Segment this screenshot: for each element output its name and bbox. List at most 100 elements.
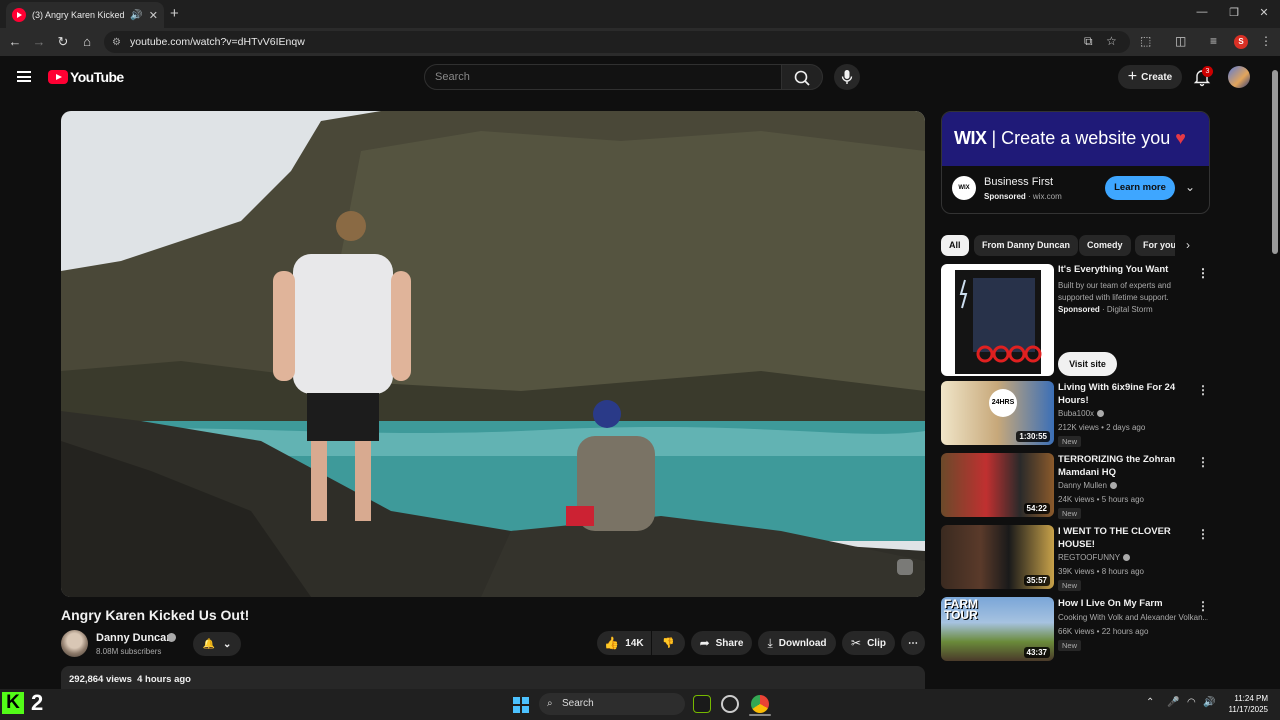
- app-icon[interactable]: [721, 695, 739, 713]
- media-controls-icon[interactable]: ≡: [1210, 34, 1217, 48]
- forward-icon[interactable]: →: [31, 34, 47, 50]
- search-input[interactable]: Search: [424, 64, 782, 90]
- video-title[interactable]: How I Live On My Farm: [1058, 597, 1198, 610]
- more-vertical-icon[interactable]: ⋮: [1197, 266, 1209, 280]
- subscription-bell-button[interactable]: 🔔 ⌄: [193, 632, 241, 656]
- search-button[interactable]: [781, 64, 823, 90]
- browser-tab-bar: (3) Angry Karen Kicked Us ( 🔊 ✕ + — ❐ ✕: [0, 0, 1280, 28]
- dislike-button[interactable]: 👎: [652, 631, 685, 655]
- more-vertical-icon[interactable]: ⋮: [1197, 527, 1209, 541]
- share-icon: ➦: [699, 636, 710, 650]
- video-frame: [61, 111, 925, 597]
- ad-banner-text: | Create a website you: [986, 128, 1176, 148]
- chevron-down-icon[interactable]: ⌄: [1185, 180, 1195, 194]
- verified-icon: [1123, 554, 1131, 561]
- sponsored-thumbnail[interactable]: [941, 264, 1054, 376]
- video-thumbnail[interactable]: 35:57: [941, 525, 1054, 589]
- sponsored-title[interactable]: It's Everything You Want: [1058, 264, 1188, 275]
- bookmark-star-icon[interactable]: ☆: [1106, 34, 1117, 48]
- profile-avatar[interactable]: S: [1234, 35, 1248, 49]
- youtube-favicon-icon: [12, 8, 26, 22]
- scrollbar-thumb[interactable]: [1272, 70, 1278, 254]
- thumbnail-text: FARM TOUR: [944, 597, 978, 622]
- sponsored-ad-card[interactable]: WIX | Create a website you ♥ WIX Busines…: [941, 111, 1210, 214]
- sponsored-recommendation[interactable]: It's Everything You Want Built by our te…: [941, 264, 1211, 376]
- kick-logo[interactable]: K: [2, 692, 24, 714]
- ad-banner[interactable]: WIX | Create a website you ♥: [942, 112, 1209, 166]
- minimize-icon[interactable]: —: [1192, 6, 1212, 18]
- clock-time: 11:24 PM: [1234, 694, 1268, 703]
- video-title[interactable]: Living With 6ix9ine For 24 Hours!: [1058, 381, 1198, 407]
- clip-button[interactable]: ✂ Clip: [842, 631, 895, 655]
- new-tab-button[interactable]: +: [170, 5, 179, 22]
- channel-name[interactable]: Danny Duncan: [96, 632, 173, 644]
- subscriber-count: 8.08M subscribers: [96, 647, 162, 656]
- cast-icon[interactable]: ⧉: [1084, 34, 1093, 49]
- home-icon[interactable]: ⌂: [79, 34, 95, 50]
- like-button[interactable]: 👍 14K: [597, 631, 651, 655]
- scrollbar[interactable]: [1270, 56, 1280, 689]
- speaker-icon[interactable]: 🔊: [130, 10, 142, 21]
- site-info-icon[interactable]: ⚙: [112, 37, 124, 48]
- nvidia-app-icon[interactable]: [693, 695, 711, 713]
- chevron-right-icon[interactable]: ›: [1186, 238, 1190, 252]
- taskbar-search[interactable]: ⌕ Search: [539, 693, 685, 715]
- video-thumbnail[interactable]: 54:22: [941, 453, 1054, 517]
- url-text: youtube.com/watch?v=dHTvV6IEnqw: [130, 36, 305, 48]
- url-bar[interactable]: ⚙ youtube.com/watch?v=dHTvV6IEnqw: [104, 31, 1130, 53]
- tab-title: (3) Angry Karen Kicked Us (: [32, 10, 125, 20]
- voice-search-button[interactable]: [834, 64, 860, 90]
- chrome-menu-icon[interactable]: ⋮: [1260, 34, 1272, 48]
- list-item[interactable]: 54:22 TERRORIZING the Zohran Mamdani HQ …: [941, 453, 1211, 519]
- chip-from-channel[interactable]: From Danny Duncan: [974, 235, 1079, 256]
- share-button[interactable]: ➦ Share: [691, 631, 752, 655]
- volume-icon[interactable]: 🔊: [1203, 697, 1215, 708]
- list-item[interactable]: 24HRS 1:30:55 Living With 6ix9ine For 24…: [941, 381, 1211, 447]
- list-item[interactable]: 35:57 I WENT TO THE CLOVER HOUSE! REGTOO…: [941, 525, 1211, 591]
- channel-avatar[interactable]: [61, 630, 88, 657]
- sidebar-icon[interactable]: ◫: [1175, 34, 1186, 48]
- learn-more-button[interactable]: Learn more: [1105, 176, 1175, 200]
- visit-site-button[interactable]: Visit site: [1058, 352, 1117, 376]
- download-button[interactable]: ⤓ Download: [758, 631, 836, 655]
- channel-name: Cooking With Volk and Alexander Volkan..…: [1058, 613, 1208, 622]
- plus-icon: +: [1127, 68, 1138, 85]
- video-player[interactable]: [61, 111, 925, 597]
- video-thumbnail[interactable]: 24HRS 1:30:55: [941, 381, 1054, 445]
- chevron-up-icon[interactable]: ⌃: [1146, 697, 1154, 708]
- menu-icon[interactable]: [17, 71, 31, 82]
- duration-badge: 35:57: [1023, 575, 1050, 586]
- more-actions-button[interactable]: ⋯: [901, 631, 925, 655]
- thumbs-up-icon: 👍: [604, 636, 620, 650]
- channel-name: Buba100x: [1058, 409, 1105, 418]
- chip-all[interactable]: All: [941, 235, 969, 256]
- reload-icon[interactable]: ↻: [55, 34, 71, 50]
- taskbar-clock[interactable]: 11:24 PM 11/17/2025: [1218, 693, 1268, 715]
- video-thumbnail[interactable]: FARM TOUR 43:37: [941, 597, 1054, 661]
- video-title[interactable]: I WENT TO THE CLOVER HOUSE!: [1058, 525, 1198, 551]
- windows-start-icon[interactable]: [513, 697, 529, 713]
- ad-logo: WIX: [952, 176, 976, 200]
- video-title[interactable]: TERRORIZING the Zohran Mamdani HQ: [1058, 453, 1198, 479]
- create-button[interactable]: + Create: [1118, 65, 1182, 89]
- chip-comedy[interactable]: Comedy: [1079, 235, 1131, 256]
- youtube-logo[interactable]: YouTube: [48, 69, 124, 85]
- chrome-icon[interactable]: [751, 695, 769, 713]
- list-item[interactable]: FARM TOUR 43:37 How I Live On My Farm Co…: [941, 597, 1211, 661]
- microphone-icon[interactable]: 🎤: [1167, 697, 1179, 708]
- microphone-icon: [841, 70, 853, 84]
- video-meta: 24K views • 5 hours ago: [1058, 495, 1144, 504]
- user-avatar[interactable]: [1228, 66, 1250, 88]
- close-tab-icon[interactable]: ✕: [149, 9, 158, 22]
- video-meta: 39K views • 8 hours ago: [1058, 567, 1144, 576]
- extensions-icon[interactable]: ⬚: [1140, 34, 1151, 48]
- more-vertical-icon[interactable]: ⋮: [1197, 383, 1209, 397]
- browser-tab[interactable]: (3) Angry Karen Kicked Us ( 🔊 ✕: [6, 2, 164, 28]
- more-vertical-icon[interactable]: ⋮: [1197, 455, 1209, 469]
- back-icon[interactable]: ←: [7, 34, 23, 50]
- restore-icon[interactable]: ❐: [1224, 6, 1244, 19]
- chip-for-you[interactable]: For you: [1135, 235, 1175, 256]
- close-window-icon[interactable]: ✕: [1254, 6, 1274, 19]
- more-vertical-icon[interactable]: ⋮: [1197, 599, 1209, 613]
- wifi-icon[interactable]: ◠: [1187, 697, 1196, 708]
